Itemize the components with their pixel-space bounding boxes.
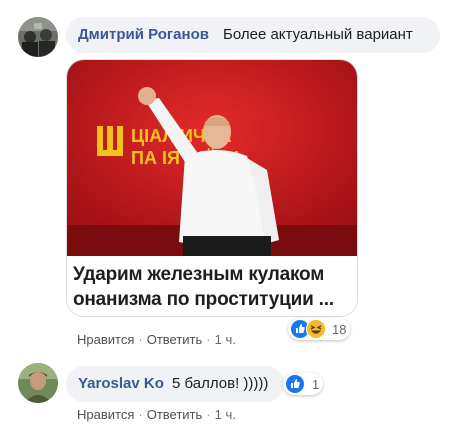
avatar[interactable] — [18, 17, 58, 57]
reaction-count: 1 — [312, 376, 320, 392]
separator: · — [138, 407, 143, 422]
comment-author[interactable]: Дмитрий Роганов — [78, 26, 209, 43]
caption-line: онанизма по проституции ... — [73, 289, 334, 310]
image-caption: Ударим железным кулаком онанизма по прос… — [67, 256, 357, 316]
separator: · — [138, 332, 143, 347]
reply-link[interactable]: Ответить — [147, 332, 203, 347]
caption-line: Ударим железным кулаком — [73, 264, 325, 285]
haha-icon — [306, 319, 326, 339]
comment-author[interactable]: Yaroslav Ko — [78, 375, 164, 392]
like-link[interactable]: Нравится — [77, 407, 134, 422]
separator: · — [206, 407, 211, 422]
reaction-summary[interactable]: 1 — [283, 373, 323, 395]
reaction-summary[interactable]: 18 — [288, 318, 350, 340]
comment-text: 5 баллов! ))))) — [172, 375, 269, 392]
comment-time[interactable]: 1 ч. — [215, 332, 236, 347]
comment-actions: Нравится · Ответить · 1 ч. — [77, 332, 236, 347]
reaction-count: 18 — [332, 321, 347, 337]
comment-bubble: Дмитрий Роганов Более актуальный вариант — [66, 17, 440, 53]
reply-link[interactable]: Ответить — [147, 407, 203, 422]
comment-actions: Нравится · Ответить · 1 ч. — [77, 407, 236, 422]
comment-text: Более актуальный вариант — [223, 26, 413, 43]
avatar[interactable] — [18, 363, 58, 403]
comment-image[interactable]: ЦІАЛ ИЧНА ПА ІЯ РАЇНИ Ударим железным ку… — [66, 59, 358, 317]
like-icon — [286, 375, 304, 393]
separator: · — [206, 332, 211, 347]
comment-photo: ЦІАЛ ИЧНА ПА ІЯ РАЇНИ — [67, 60, 357, 256]
like-link[interactable]: Нравится — [77, 332, 134, 347]
comment-bubble: Yaroslav Ko 5 баллов! ))))) — [66, 366, 284, 402]
comment-time[interactable]: 1 ч. — [215, 407, 236, 422]
